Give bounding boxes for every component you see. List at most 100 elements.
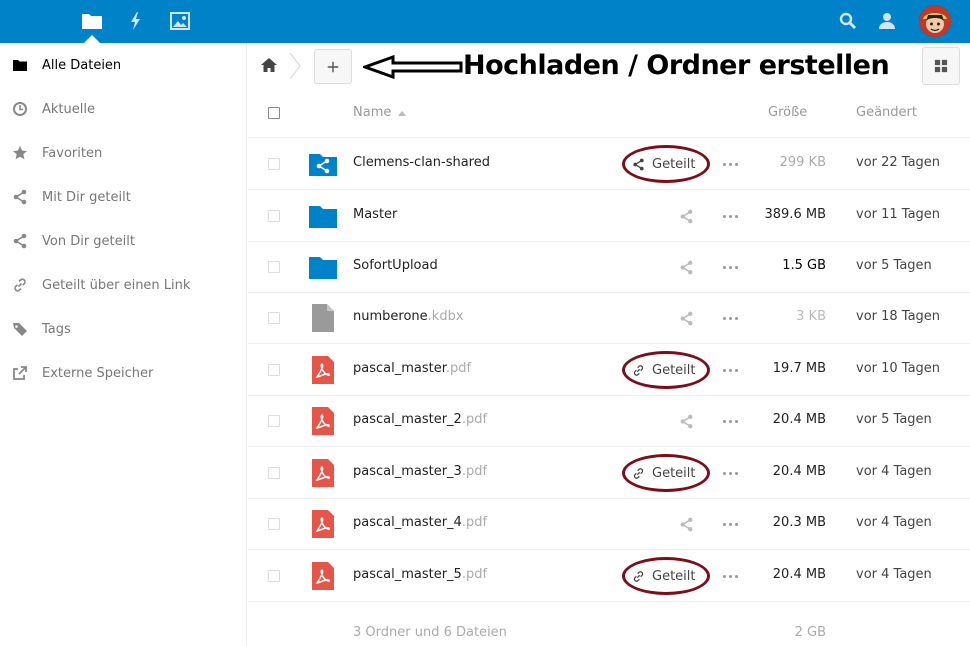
more-options-icon[interactable] xyxy=(723,215,739,219)
shared-status-button[interactable]: Geteilt xyxy=(632,566,696,586)
file-size: 1.5 GB xyxy=(782,258,826,273)
file-name[interactable]: numberone.kdbx xyxy=(353,309,464,324)
file-name[interactable]: pascal_master_4.pdf xyxy=(353,515,487,530)
more-options-icon[interactable] xyxy=(723,369,739,373)
share-icon[interactable] xyxy=(679,517,694,532)
file-basename: Clemens-clan-shared xyxy=(353,155,490,170)
file-size: 299 KB xyxy=(779,155,826,170)
table-summary: 3 Ordner und 6 Dateien 2 GB xyxy=(248,612,970,642)
activity-icon[interactable] xyxy=(124,9,148,33)
column-header-name[interactable]: Name xyxy=(353,105,391,120)
table-row[interactable]: Clemens-clan-shared Geteilt 299 KB vor 22 T… xyxy=(248,138,970,190)
link-icon xyxy=(632,467,652,480)
avatar[interactable] xyxy=(919,5,951,37)
shared-status-button[interactable]: Geteilt xyxy=(632,360,696,380)
sidebar-item-recent[interactable]: Aktuelle xyxy=(0,87,247,131)
grid-view-button[interactable] xyxy=(922,47,960,85)
more-options-icon[interactable] xyxy=(723,472,739,476)
sidebar-item-external-storage[interactable]: Externe Speicher xyxy=(0,351,247,395)
link-icon xyxy=(12,277,28,293)
row-checkbox[interactable] xyxy=(268,467,280,479)
gallery-icon[interactable] xyxy=(168,9,192,33)
file-name[interactable]: pascal_master_2.pdf xyxy=(353,412,487,427)
search-icon[interactable] xyxy=(836,9,860,33)
pdf-file-icon xyxy=(308,509,338,539)
sidebar-item-label: Alle Dateien xyxy=(42,57,122,73)
table-row[interactable]: pascal_master_5.pdf Geteilt 20.4 MB vor 4 T… xyxy=(248,550,970,602)
file-name[interactable]: pascal_master.pdf xyxy=(353,361,471,376)
share-icon xyxy=(632,158,652,171)
table-row[interactable]: SofortUpload 1.5 GB vor 5 Tagen xyxy=(248,241,970,293)
column-header-size[interactable]: Größe xyxy=(768,105,807,120)
sidebar-item-shared-by-you[interactable]: Von Dir geteilt xyxy=(0,219,247,263)
file-name[interactable]: Clemens-clan-shared xyxy=(353,155,490,170)
row-checkbox[interactable] xyxy=(268,364,280,376)
file-extension: .pdf xyxy=(445,361,472,376)
row-checkbox[interactable] xyxy=(268,518,280,530)
more-options-icon[interactable] xyxy=(723,575,739,579)
sidebar-item-label: Von Dir geteilt xyxy=(42,233,135,249)
external-icon xyxy=(12,365,28,381)
more-options-icon[interactable] xyxy=(723,523,739,527)
row-checkbox[interactable] xyxy=(268,210,280,222)
sidebar-item-shared-with-you[interactable]: Mit Dir geteilt xyxy=(0,175,247,219)
file-modified: vor 5 Tagen xyxy=(856,412,932,427)
file-size: 20.4 MB xyxy=(772,567,826,582)
file-name[interactable]: SofortUpload xyxy=(353,258,438,273)
share-icon[interactable] xyxy=(679,260,694,275)
table-row[interactable]: pascal_master.pdf Geteilt 19.7 MB vor 10 Ta… xyxy=(248,344,970,396)
file-size: 20.4 MB xyxy=(772,412,826,427)
file-name[interactable]: pascal_master_5.pdf xyxy=(353,567,487,582)
file-basename: pascal_master_3 xyxy=(353,464,462,479)
column-header-modified[interactable]: Geändert xyxy=(856,105,917,120)
file-modified: vor 18 Tagen xyxy=(856,309,941,324)
share-icon[interactable] xyxy=(679,311,694,326)
sidebar-item-all-files[interactable]: Alle Dateien xyxy=(0,43,247,87)
file-size: 20.3 MB xyxy=(772,515,826,530)
table-row[interactable]: pascal_master_4.pdf 20.3 MB vor 4 Tagen xyxy=(248,498,970,550)
file-icon xyxy=(308,303,338,333)
row-checkbox[interactable] xyxy=(268,261,280,273)
more-options-icon[interactable] xyxy=(723,266,739,270)
sidebar-item-favorites[interactable]: Favoriten xyxy=(0,131,247,175)
file-basename: Master xyxy=(353,207,398,222)
row-checkbox[interactable] xyxy=(268,158,280,170)
more-options-icon[interactable] xyxy=(723,420,739,424)
row-checkbox[interactable] xyxy=(268,415,280,427)
sidebar-item-tags[interactable]: Tags xyxy=(0,307,247,351)
table-row[interactable]: Master 389.6 MB vor 11 Tagen xyxy=(248,190,970,242)
share-icon[interactable] xyxy=(679,414,694,429)
file-basename: pascal_master_5 xyxy=(353,567,462,582)
sidebar-item-shared-link[interactable]: Geteilt über einen Link xyxy=(0,263,247,307)
contacts-icon[interactable] xyxy=(875,9,899,33)
home-icon[interactable] xyxy=(260,56,278,74)
pdf-file-icon xyxy=(308,355,338,385)
shared-status-button[interactable]: Geteilt xyxy=(632,463,696,483)
file-modified: vor 10 Tagen xyxy=(856,361,941,376)
row-checkbox[interactable] xyxy=(268,570,280,582)
shared-status-button[interactable]: Geteilt xyxy=(632,154,696,174)
file-name[interactable]: pascal_master_3.pdf xyxy=(353,464,487,479)
more-options-icon[interactable] xyxy=(723,317,739,321)
table-row[interactable]: numberone.kdbx 3 KB vor 18 Tagen xyxy=(248,292,970,344)
file-name[interactable]: Master xyxy=(353,207,397,222)
share-icon[interactable] xyxy=(679,209,694,224)
file-size: 3 KB xyxy=(796,309,826,324)
folder-icon xyxy=(308,252,338,282)
row-checkbox[interactable] xyxy=(268,312,280,324)
file-basename: pascal_master xyxy=(353,361,446,376)
file-basename: numberone xyxy=(353,309,428,324)
file-extension: .pdf xyxy=(461,567,488,582)
folder-icon[interactable] xyxy=(80,9,104,33)
more-options-icon[interactable] xyxy=(723,163,739,167)
grid-icon xyxy=(934,59,948,73)
link-icon xyxy=(632,364,652,377)
pdf-file-icon xyxy=(308,458,338,488)
annotation-text: Hochladen / Ordner erstellen xyxy=(463,50,890,81)
table-row[interactable]: pascal_master_3.pdf Geteilt 20.4 MB vor 4 T… xyxy=(248,447,970,499)
plus-icon xyxy=(327,61,339,72)
add-button[interactable] xyxy=(314,49,352,84)
table-row[interactable]: pascal_master_2.pdf 20.4 MB vor 5 Tagen xyxy=(248,395,970,447)
select-all-checkbox[interactable] xyxy=(268,107,280,119)
shared-label: Geteilt xyxy=(652,568,696,584)
